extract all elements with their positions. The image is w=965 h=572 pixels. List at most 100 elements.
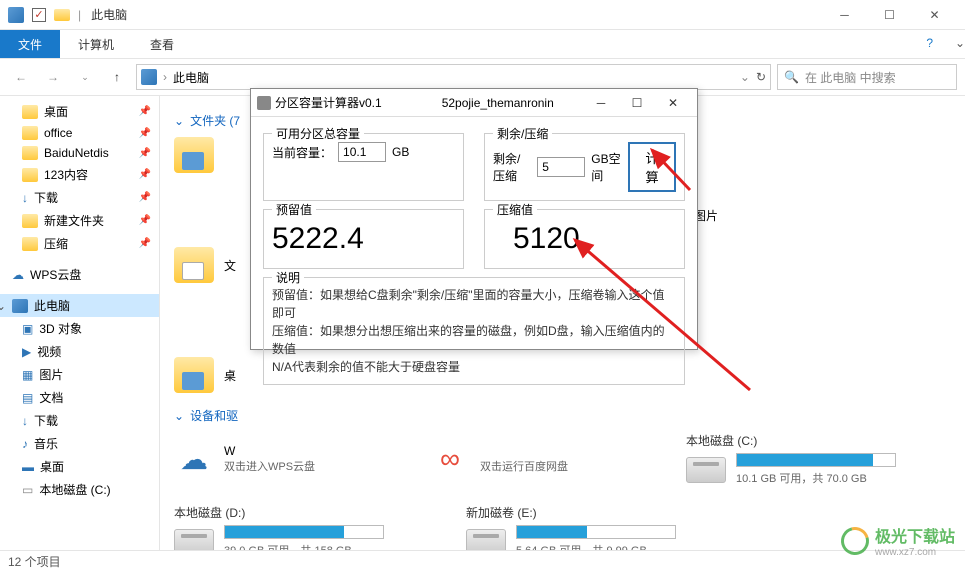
download-icon: ↓ <box>22 414 28 428</box>
chevron-right-icon: › <box>0 268 6 282</box>
drive-usage-bar <box>224 525 384 539</box>
minimize-button[interactable]: ─ <box>822 0 867 30</box>
folder-icon <box>22 105 38 119</box>
statusbar: 12 个项目 <box>0 550 965 572</box>
history-dropdown[interactable]: ⌄ <box>72 64 98 90</box>
breadcrumb-sep: › <box>163 70 167 84</box>
folder-icon <box>22 168 38 182</box>
ribbon-collapse-icon[interactable]: ⌄ <box>955 36 965 50</box>
download-icon: ↓ <box>22 191 28 205</box>
status-count: 12 个项目 <box>8 553 61 570</box>
folder-tile[interactable] <box>174 137 234 173</box>
address-bar[interactable]: › 此电脑 ⌄ ↻ <box>136 64 771 90</box>
section-devices[interactable]: ⌄ 设备和驱 <box>174 407 951 424</box>
dialog-title: 分区容量计算器v0.1 <box>275 94 382 111</box>
drive-icon <box>466 529 506 551</box>
dialog-minimize-button[interactable]: ─ <box>583 90 619 116</box>
watermark: 极光下载站 www.xz7.com <box>841 523 955 558</box>
sidebar-item-wps[interactable]: ›☁WPS云盘 <box>0 263 159 286</box>
up-button[interactable]: ↑ <box>104 64 130 90</box>
close-button[interactable]: ✕ <box>912 0 957 30</box>
search-placeholder: 在 此电脑 中搜索 <box>805 69 896 86</box>
app-icon <box>8 7 24 23</box>
logo-icon <box>836 521 874 559</box>
sidebar-item-newfolder[interactable]: 新建文件夹📌 <box>0 209 159 232</box>
sidebar-item-drive-c[interactable]: ▭本地磁盘 (C:) <box>0 478 159 501</box>
folder-tile-docs[interactable]: 文 <box>174 247 254 283</box>
sidebar-item-office[interactable]: office📌 <box>0 123 159 143</box>
cloud-icon: ☁ <box>174 441 214 477</box>
infinity-icon: ∞ <box>430 441 470 477</box>
calculate-button[interactable]: 计算 <box>628 142 676 192</box>
folder-icon <box>22 237 38 251</box>
sidebar-item-baidu[interactable]: BaiduNetdis📌 <box>0 143 159 163</box>
tab-computer[interactable]: 计算机 <box>60 31 132 58</box>
video-icon: ▶ <box>22 345 31 359</box>
pin-icon: 📌 <box>139 169 151 180</box>
sidebar-item-compress[interactable]: 压缩📌 <box>0 232 159 255</box>
folder-icon <box>22 126 38 140</box>
dialog-close-button[interactable]: ✕ <box>655 90 691 116</box>
cube-icon: ▣ <box>22 322 33 336</box>
tab-view[interactable]: 查看 <box>132 31 192 58</box>
sidebar-item-docs[interactable]: ▤文档 <box>0 386 159 409</box>
ribbon: 文件 计算机 查看 ⌄ ? <box>0 30 965 58</box>
sidebar-item-desktop2[interactable]: ▬桌面 <box>0 455 159 478</box>
music-icon: ♪ <box>22 437 28 451</box>
window-title: 此电脑 <box>91 6 127 23</box>
tile-wps-cloud[interactable]: ☁ W 双击进入WPS云盘 <box>174 432 394 486</box>
dialog-subtitle: 52pojie_themanronin <box>442 96 554 110</box>
maximize-button[interactable]: ☐ <box>867 0 912 30</box>
current-capacity-input[interactable] <box>338 142 386 162</box>
sidebar-item-pictures[interactable]: ▦图片 <box>0 363 159 386</box>
pin-icon: 📌 <box>139 192 151 203</box>
compress-value: 5120 <box>493 218 676 260</box>
sidebar-item-downloads2[interactable]: ↓下载 <box>0 409 159 432</box>
pin-icon: 📌 <box>139 238 151 249</box>
sidebar-item-video[interactable]: ▶视频 <box>0 340 159 363</box>
qat-checkbox[interactable]: ✓ <box>32 8 46 22</box>
reserve-value: 5222.4 <box>272 218 455 260</box>
sidebar-item-thispc[interactable]: ⌄此电脑 <box>0 294 159 317</box>
qat-separator: | <box>78 8 81 22</box>
calculator-dialog: 分区容量计算器v0.1 52pojie_themanronin ─ ☐ ✕ 可用… <box>250 88 698 350</box>
dialog-maximize-button[interactable]: ☐ <box>619 90 655 116</box>
refresh-icon[interactable]: ↻ <box>756 70 766 84</box>
remain-compress-input[interactable] <box>537 157 585 177</box>
drive-icon: ▭ <box>22 483 33 497</box>
folder-icon <box>22 146 38 160</box>
breadcrumb[interactable]: 此电脑 <box>173 69 209 86</box>
help-icon[interactable]: ? <box>926 36 933 50</box>
search-input[interactable]: 🔍 在 此电脑 中搜索 <box>777 64 957 90</box>
drive-usage-bar <box>516 525 676 539</box>
pin-icon: 📌 <box>139 106 151 117</box>
folder-icon <box>174 357 214 393</box>
tab-file[interactable]: 文件 <box>0 30 60 58</box>
group-remain-compress: 剩余/压缩 剩余/压缩 GB空间 计算 <box>484 133 685 201</box>
forward-button[interactable]: → <box>40 64 66 90</box>
qat-folder-icon[interactable] <box>54 9 70 21</box>
drive-icon <box>686 457 726 483</box>
group-reserve-value: 预留值 5222.4 <box>263 209 464 269</box>
folder-tile-desktop[interactable]: 桌 <box>174 357 254 393</box>
dialog-titlebar[interactable]: 分区容量计算器v0.1 52pojie_themanronin ─ ☐ ✕ <box>251 89 697 117</box>
refresh-dropdown-icon[interactable]: ⌄ <box>740 70 750 84</box>
tile-drive-c[interactable]: 本地磁盘 (C:) 10.1 GB 可用，共 70.0 GB <box>686 432 906 486</box>
sidebar-item-downloads[interactable]: ↓下载📌 <box>0 186 159 209</box>
tile-drive-d[interactable]: 本地磁盘 (D:) 39.0 GB 可用，共 158 GB <box>174 504 394 550</box>
tile-drive-e[interactable]: 新加磁卷 (E:) 5.64 GB 可用，共 9.99 GB <box>466 504 686 550</box>
pin-icon: 📌 <box>139 128 151 139</box>
sidebar-item-desktop[interactable]: 桌面📌 <box>0 100 159 123</box>
group-compress-value: 压缩值 5120 <box>484 209 685 269</box>
tile-baidu[interactable]: ∞ 双击运行百度网盘 <box>430 432 650 486</box>
sidebar-item-music[interactable]: ♪音乐 <box>0 432 159 455</box>
group-notes: 说明 预留值：如果想给C盘剩余"剩余/压缩"里面的容量大小，压缩卷输入这个值即可… <box>263 277 685 385</box>
sidebar: 桌面📌 office📌 BaiduNetdis📌 123内容📌 ↓下载📌 新建文… <box>0 96 160 550</box>
chevron-down-icon: ⌄ <box>174 409 184 423</box>
drive-icon <box>174 529 214 551</box>
sidebar-item-123[interactable]: 123内容📌 <box>0 163 159 186</box>
back-button[interactable]: ← <box>8 64 34 90</box>
titlebar: ✓ | 此电脑 ─ ☐ ✕ <box>0 0 965 30</box>
sidebar-item-3d[interactable]: ▣3D 对象 <box>0 317 159 340</box>
pin-icon: 📌 <box>139 215 151 226</box>
